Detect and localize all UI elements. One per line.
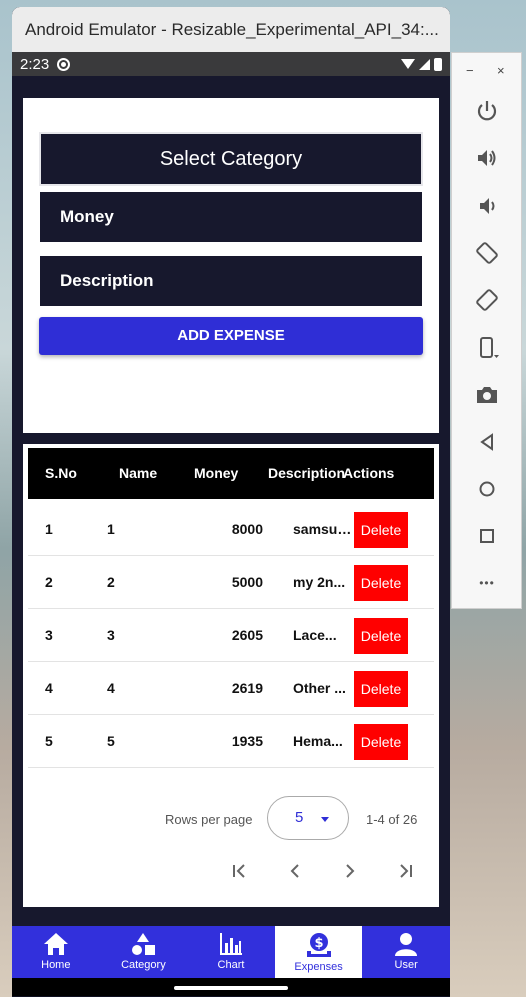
add-expense-button[interactable]: ADD EXPENSE <box>39 317 423 355</box>
rows-per-page-select[interactable]: 5 <box>267 796 349 840</box>
category-icon <box>132 933 156 955</box>
cell-money: 2619 <box>231 680 263 696</box>
wifi-icon <box>401 59 415 69</box>
cell-description: my 2n... <box>293 574 346 590</box>
rotate-right-icon[interactable] <box>474 287 500 313</box>
table-row: 5 5 1935 Hema... Delete <box>28 715 434 768</box>
power-icon[interactable] <box>474 98 500 124</box>
back-icon[interactable] <box>474 429 500 455</box>
cell-description: samsun... <box>293 521 355 537</box>
overview-icon[interactable] <box>474 523 500 549</box>
nav-label: Category <box>121 959 166 971</box>
emulator-toolbar: − × ••• <box>451 52 522 609</box>
previous-page-icon[interactable] <box>285 861 305 881</box>
header-actions: Actions <box>343 465 395 481</box>
delete-button[interactable]: Delete <box>354 565 408 601</box>
expenses-icon: $ <box>306 933 331 957</box>
nav-label: Expenses <box>294 961 343 973</box>
header-name: Name <box>119 465 158 481</box>
header-money: Money <box>194 465 239 481</box>
user-icon <box>395 933 418 956</box>
nav-category[interactable]: Category <box>100 926 188 978</box>
caret-down-icon <box>321 817 329 822</box>
cell-money: 5000 <box>231 574 263 590</box>
last-page-icon[interactable] <box>395 861 415 881</box>
table-row: 1 1 8000 samsun... Delete <box>28 503 434 556</box>
rotate-left-icon[interactable] <box>474 240 500 266</box>
gesture-bar <box>12 978 450 996</box>
nav-chart[interactable]: Chart <box>187 926 275 978</box>
category-select[interactable]: Select Category <box>39 132 423 186</box>
close-button[interactable]: × <box>497 63 505 78</box>
battery-icon <box>434 57 442 71</box>
cell-sno: 1 <box>45 521 53 537</box>
minimize-button[interactable]: − <box>466 63 474 78</box>
status-time: 2:23 <box>20 55 50 73</box>
home-icon <box>43 933 68 955</box>
fold-icon[interactable] <box>474 335 500 361</box>
emulator-window: Android Emulator - Resizable_Experimenta… <box>12 7 450 997</box>
cell-money: 1935 <box>231 733 263 749</box>
next-page-icon[interactable] <box>340 861 360 881</box>
home-circle-icon[interactable] <box>474 476 500 502</box>
svg-text:$: $ <box>314 936 323 951</box>
cell-description: Other ... <box>293 680 346 696</box>
expense-form: Select Category Money Description ADD EX… <box>23 98 439 433</box>
nav-user[interactable]: User <box>362 926 450 978</box>
delete-button[interactable]: Delete <box>354 618 408 654</box>
table-row: 4 4 2619 Other ... Delete <box>28 662 434 715</box>
rows-per-page-label: Rows per page <box>165 812 253 827</box>
cell-name: 3 <box>107 627 115 643</box>
table-row: 2 2 5000 my 2n... Delete <box>28 556 434 609</box>
cell-name: 2 <box>107 574 115 590</box>
volume-down-icon[interactable] <box>474 193 500 219</box>
sync-status-icon <box>57 57 71 71</box>
nav-expenses[interactable]: $ Expenses <box>274 926 363 978</box>
cell-name: 4 <box>107 680 115 696</box>
pagination-range: 1-4 of 26 <box>366 812 418 827</box>
app-screen: Select Category Money Description ADD EX… <box>12 76 450 996</box>
volume-up-icon[interactable] <box>474 145 500 171</box>
cell-sno: 4 <box>45 680 53 696</box>
camera-icon[interactable] <box>474 382 500 408</box>
header-sno: S.No <box>45 465 77 481</box>
cell-description: Hema... <box>293 733 343 749</box>
cell-name: 5 <box>107 733 115 749</box>
table-header: S.No Name Money Description Actions <box>28 448 434 499</box>
status-bar: 2:23 <box>12 52 450 76</box>
cell-description: Lace... <box>293 627 337 643</box>
bottom-navigation: Home Category Chart $ Expenses User <box>12 926 450 978</box>
cell-sno: 2 <box>45 574 53 590</box>
nav-label: User <box>394 959 418 971</box>
cell-money: 2605 <box>231 627 263 643</box>
delete-button[interactable]: Delete <box>354 724 408 760</box>
header-description: Description <box>268 465 346 481</box>
more-icon[interactable]: ••• <box>474 570 500 596</box>
chart-icon <box>219 933 242 955</box>
cell-money: 8000 <box>231 521 263 537</box>
nav-label: Chart <box>217 959 245 971</box>
signal-icon <box>419 58 430 70</box>
expense-table: S.No Name Money Description Actions 1 1 … <box>23 444 439 907</box>
cell-sno: 5 <box>45 733 53 749</box>
first-page-icon[interactable] <box>230 861 250 881</box>
delete-button[interactable]: Delete <box>354 512 408 548</box>
money-field[interactable]: Money <box>40 192 422 242</box>
rows-per-page-value: 5 <box>295 809 304 826</box>
cell-sno: 3 <box>45 627 53 643</box>
cell-name: 1 <box>107 521 115 537</box>
window-title: Android Emulator - Resizable_Experimenta… <box>12 7 450 52</box>
nav-label: Home <box>41 959 71 971</box>
delete-button[interactable]: Delete <box>354 671 408 707</box>
table-row: 3 3 2605 Lace... Delete <box>28 609 434 662</box>
description-field[interactable]: Description <box>40 256 422 306</box>
home-gesture-handle[interactable] <box>174 986 288 990</box>
nav-home[interactable]: Home <box>12 926 100 978</box>
